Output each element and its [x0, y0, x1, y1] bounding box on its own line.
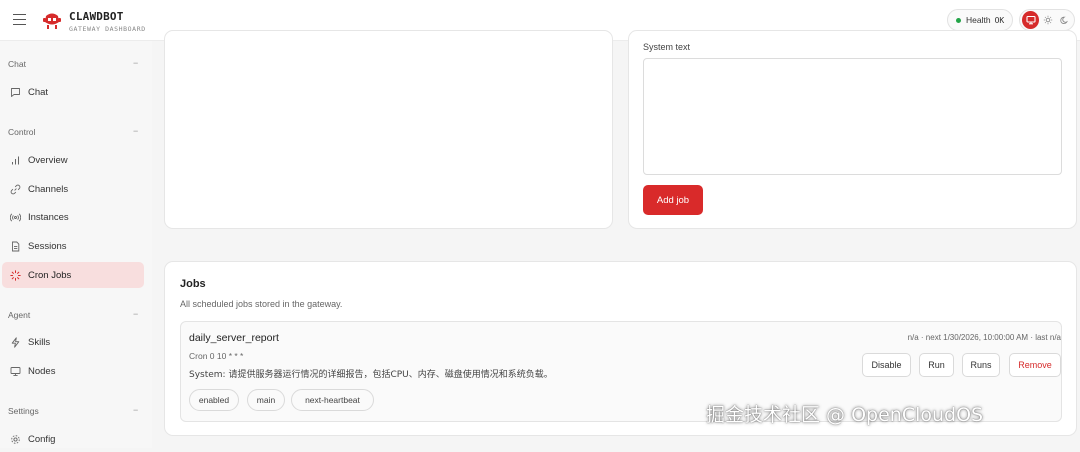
watermark: 掘金技术社区 @ OpenCloudOS: [706, 404, 984, 426]
chat-icon: [9, 86, 21, 98]
sidebar-item-label: Cron Jobs: [28, 269, 72, 281]
sidebar-item-skills[interactable]: Skills: [2, 329, 144, 355]
jobs-subtitle: All scheduled jobs stored in the gateway…: [180, 299, 343, 309]
system-text-label: System text: [643, 42, 691, 52]
sidebar-item-cron-jobs[interactable]: Cron Jobs: [2, 262, 144, 288]
job-chip-enabled: enabled: [189, 389, 239, 411]
sidebar-item-instances[interactable]: Instances: [2, 204, 144, 230]
sidebar-item-label: Skills: [28, 336, 51, 348]
moon-icon: [1060, 16, 1069, 24]
sun-icon: [1043, 15, 1053, 25]
sidebar-item-label: Sessions: [28, 240, 67, 252]
job-name: daily_server_report: [189, 332, 279, 344]
sidebar-item-channels[interactable]: Channels: [2, 176, 144, 202]
remove-job-button[interactable]: Remove: [1009, 353, 1061, 377]
status-dot-icon: [956, 17, 961, 23]
app-title: CLAWDBOT: [69, 10, 124, 23]
system-text-input[interactable]: [643, 58, 1062, 175]
health-value: OK: [994, 15, 1005, 25]
theme-dark-button[interactable]: [1057, 11, 1074, 29]
add-job-button[interactable]: Add job: [643, 185, 703, 215]
theme-toggle-group: [1019, 9, 1075, 31]
theme-system-button[interactable]: [1022, 11, 1040, 29]
disable-job-button[interactable]: Disable: [862, 353, 911, 377]
runs-job-button[interactable]: Runs: [962, 353, 1000, 377]
health-label: Health: [966, 15, 991, 25]
menu-icon[interactable]: [13, 14, 26, 25]
sidebar-item-overview[interactable]: Overview: [2, 147, 144, 173]
left-form-card: [164, 30, 613, 229]
link-icon: [9, 183, 21, 195]
job-chip-main: main: [247, 389, 285, 411]
sidebar-item-label: Instances: [28, 211, 69, 223]
job-chip-next-heartbeat: next-heartbeat: [291, 389, 374, 411]
clawdbot-logo-icon: [43, 13, 61, 29]
nav-group-control-label: Control: [8, 127, 36, 137]
nav-group-control-collapse-button[interactable]: −: [133, 126, 138, 136]
nav-group-chat-collapse-button[interactable]: −: [133, 58, 138, 68]
sidebar-item-nodes[interactable]: Nodes: [2, 358, 144, 384]
lightning-icon: [9, 336, 21, 348]
run-job-button[interactable]: Run: [919, 353, 954, 377]
app-subtitle: GATEWAY DASHBOARD: [69, 25, 146, 33]
nav-group-settings-label: Settings: [8, 406, 39, 416]
sidebar-item-sessions[interactable]: Sessions: [2, 233, 144, 259]
sidebar-item-config[interactable]: Config: [2, 426, 144, 452]
nav-group-agent-label: Agent: [8, 310, 31, 320]
jobs-title: Jobs: [180, 278, 206, 290]
nav-group-chat-label: Chat: [8, 59, 26, 69]
nav-group-settings-collapse-button[interactable]: −: [133, 405, 138, 415]
radio-icon: [9, 211, 21, 223]
document-icon: [9, 240, 21, 252]
brand: CLAWDBOT GATEWAY DASHBOARD: [69, 10, 146, 33]
gear-icon: [9, 433, 21, 445]
sidebar-item-label: Overview: [28, 154, 68, 166]
monitor-icon: [1026, 15, 1036, 25]
sidebar-item-label: Channels: [28, 183, 69, 195]
sidebar-item-chat[interactable]: Chat: [2, 79, 144, 105]
job-schedule-meta: n/a · next 1/30/2026, 10:00:00 AM · last…: [907, 333, 1061, 342]
sidebar-item-label: Nodes: [28, 365, 56, 377]
sidebar-item-label: Config: [28, 433, 56, 445]
theme-light-button[interactable]: [1039, 11, 1056, 29]
bar-chart-icon: [9, 154, 21, 166]
monitor-icon: [9, 365, 21, 377]
job-cron: Cron 0 10 * * *: [189, 351, 244, 361]
nav-group-agent-collapse-button[interactable]: −: [133, 309, 138, 319]
loader-icon: [9, 269, 21, 281]
job-system-text: System: 请提供服务器运行情况的详细报告，包括CPU、内存、磁盘使用情况和…: [189, 370, 553, 380]
health-status-badge: Health OK: [947, 9, 1013, 31]
sidebar-item-label: Chat: [28, 86, 49, 98]
